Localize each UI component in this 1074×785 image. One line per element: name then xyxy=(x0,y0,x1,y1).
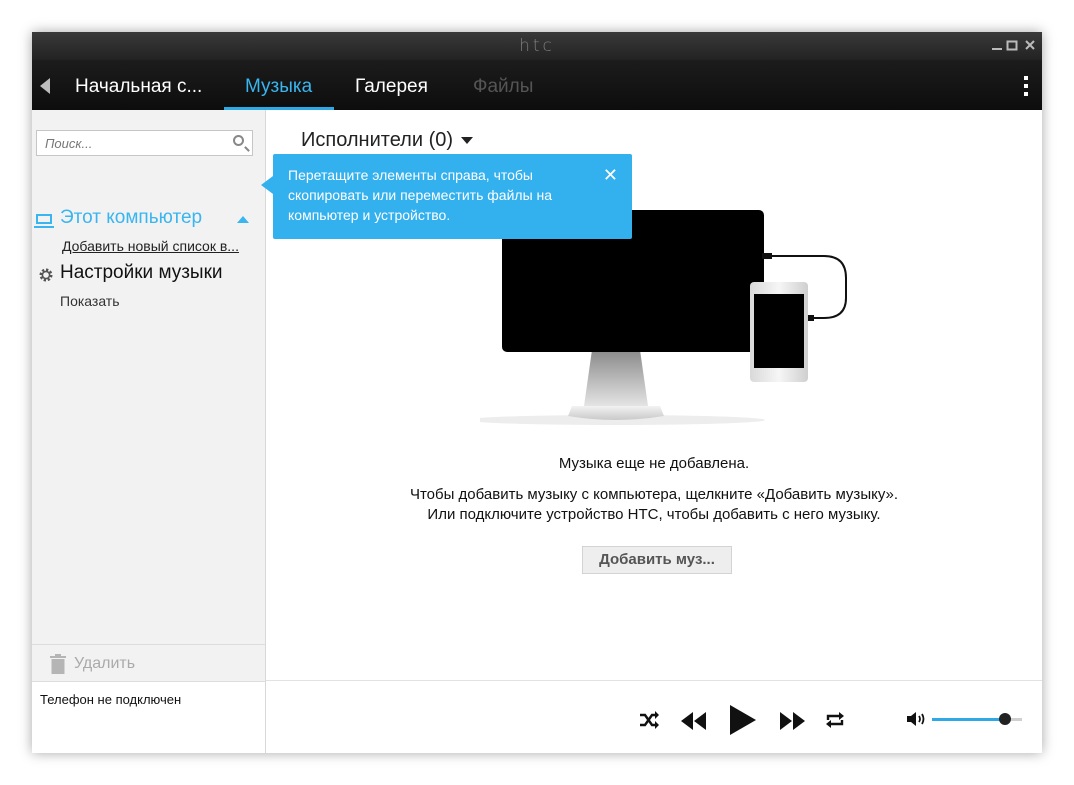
sidebar: Поиск... Этот компьютер Добавить новый с… xyxy=(32,110,266,753)
phone-status-text: Телефон не подключен xyxy=(40,692,182,707)
sidebar-item-label: Настройки музыки xyxy=(60,262,223,283)
app-window: htc Начальная с... Музыка Галерея Файлы … xyxy=(32,32,1042,753)
tooltip-close-icon[interactable]: ✕ xyxy=(603,166,618,184)
repeat-icon[interactable] xyxy=(824,710,846,730)
volume-handle[interactable] xyxy=(998,713,1011,725)
tab-gallery[interactable]: Галерея xyxy=(355,76,428,98)
sidebar-item-this-computer[interactable]: Этот компьютер xyxy=(34,207,261,231)
show-link[interactable]: Показать xyxy=(60,293,120,309)
volume-level xyxy=(932,718,1005,721)
back-arrow-icon[interactable] xyxy=(40,78,50,94)
collapse-arrow-icon[interactable] xyxy=(237,216,249,223)
add-music-button[interactable]: Добавить муз... xyxy=(582,546,732,574)
drag-hint-tooltip: Перетащите элементы справа, чтобы скопир… xyxy=(261,154,632,239)
devices-illustration xyxy=(480,210,847,425)
title-bar: htc xyxy=(32,32,1042,60)
delete-button[interactable]: Удалить xyxy=(32,644,265,681)
next-icon[interactable] xyxy=(779,710,807,732)
minimize-icon[interactable] xyxy=(990,38,1004,52)
tab-files[interactable]: Файлы xyxy=(473,76,533,98)
trash-icon xyxy=(50,654,66,674)
sidebar-item-music-settings[interactable]: Настройки музыки xyxy=(36,262,261,286)
overflow-menu-icon[interactable] xyxy=(1024,76,1028,100)
search-placeholder: Поиск... xyxy=(45,136,93,151)
artists-dropdown[interactable]: Исполнители (0) xyxy=(301,129,474,152)
empty-state-title: Музыка еще не добавлена. xyxy=(558,455,750,472)
tab-music[interactable]: Музыка xyxy=(245,76,312,98)
sidebar-item-label: Этот компьютер xyxy=(60,207,203,228)
laptop-icon xyxy=(34,214,54,228)
add-playlist-link[interactable]: Добавить новый список в... xyxy=(62,238,257,254)
previous-icon[interactable] xyxy=(679,710,707,732)
main-content: Исполнители (0) Перетащите элементы спра… xyxy=(261,110,1042,679)
search-input[interactable]: Поиск... xyxy=(36,130,253,156)
maximize-icon[interactable] xyxy=(1005,38,1019,52)
search-icon[interactable] xyxy=(233,135,244,146)
volume-slider[interactable] xyxy=(932,713,1022,725)
play-icon[interactable] xyxy=(728,703,758,737)
volume-icon[interactable] xyxy=(906,710,928,728)
brand-logo: htc xyxy=(519,36,555,56)
dropdown-arrow-icon xyxy=(461,137,474,145)
artists-heading: Исполнители (0) xyxy=(301,129,454,151)
connection-status: Телефон не подключен xyxy=(32,681,265,753)
tab-home[interactable]: Начальная с... xyxy=(75,76,202,98)
main-navigation: Начальная с... Музыка Галерея Файлы xyxy=(32,60,1042,110)
close-icon[interactable] xyxy=(1023,38,1037,52)
empty-state-description: Чтобы добавить музыку с компьютера, щелк… xyxy=(409,486,899,523)
tooltip-text: Перетащите элементы справа, чтобы скопир… xyxy=(288,167,553,223)
gear-icon xyxy=(38,267,54,283)
player-controls xyxy=(266,680,1042,753)
shuffle-icon[interactable] xyxy=(638,710,660,730)
delete-label: Удалить xyxy=(74,655,136,672)
